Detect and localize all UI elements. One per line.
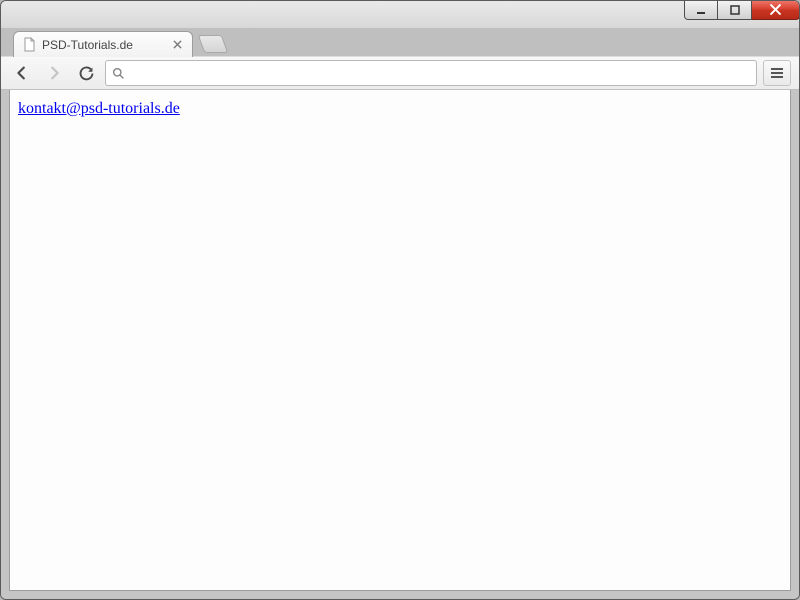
browser-window: PSD-Tutorials.de kontakt@psd xyxy=(0,0,800,600)
forward-button[interactable] xyxy=(41,60,67,86)
reload-icon xyxy=(78,65,95,82)
tab-title: PSD-Tutorials.de xyxy=(42,38,133,52)
minimize-icon xyxy=(696,5,706,15)
content-area: kontakt@psd-tutorials.de xyxy=(1,90,799,599)
close-button[interactable] xyxy=(752,0,800,20)
minimize-button[interactable] xyxy=(684,0,718,20)
window-controls xyxy=(684,0,800,20)
toolbar xyxy=(1,56,799,90)
back-button[interactable] xyxy=(9,60,35,86)
close-icon xyxy=(173,40,182,49)
maximize-icon xyxy=(730,5,740,15)
new-tab-button[interactable] xyxy=(198,35,229,53)
search-icon xyxy=(112,67,125,80)
tab-close-button[interactable] xyxy=(170,38,184,52)
hamburger-icon xyxy=(770,67,784,79)
arrow-left-icon xyxy=(13,64,31,82)
maximize-button[interactable] xyxy=(718,0,752,20)
email-link[interactable]: kontakt@psd-tutorials.de xyxy=(18,100,180,117)
close-icon xyxy=(770,4,781,15)
window-titlebar xyxy=(1,1,799,29)
address-input[interactable] xyxy=(131,62,750,84)
file-icon xyxy=(22,38,36,52)
menu-button[interactable] xyxy=(763,60,791,86)
tab-active[interactable]: PSD-Tutorials.de xyxy=(13,31,193,57)
page-body: kontakt@psd-tutorials.de xyxy=(9,90,791,591)
tab-strip: PSD-Tutorials.de xyxy=(1,28,799,56)
arrow-right-icon xyxy=(45,64,63,82)
address-bar[interactable] xyxy=(105,60,757,86)
reload-button[interactable] xyxy=(73,60,99,86)
